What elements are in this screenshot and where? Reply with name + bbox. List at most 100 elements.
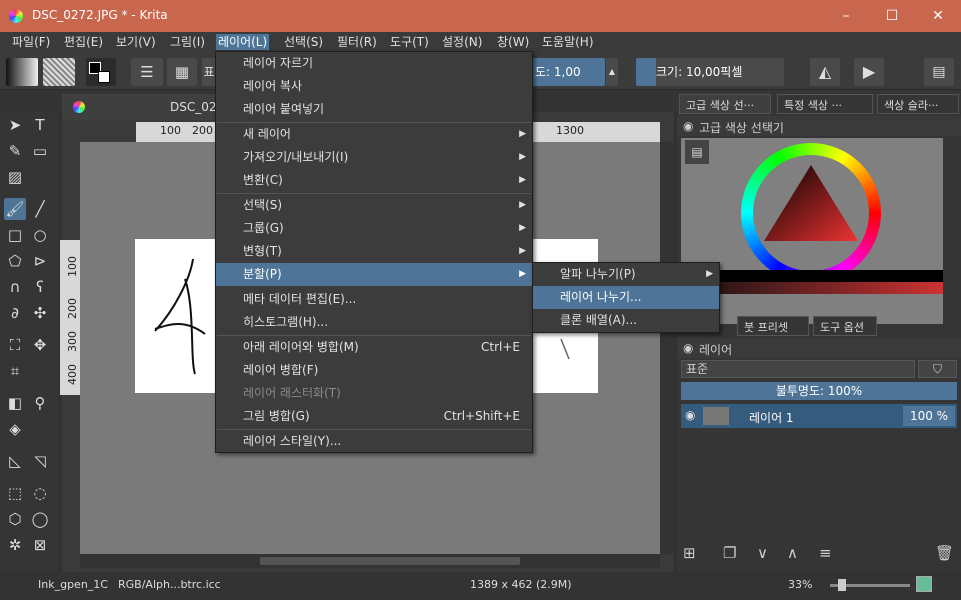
duplicate-layer-icon[interactable]: ❐ <box>723 544 736 562</box>
move-tool-icon[interactable]: ✥ <box>29 334 51 356</box>
menu-item-clone-array[interactable]: 클론 배열(A)... <box>533 309 719 332</box>
color-picker-icon[interactable]: ⚲ <box>29 392 51 414</box>
menu-item-copy-layer[interactable]: 레이어 복사 <box>216 75 532 98</box>
collapse-icon[interactable]: ◉ <box>683 341 693 355</box>
shade-strip[interactable] <box>681 270 943 282</box>
menu-layer[interactable]: 레이어(L) <box>216 34 270 50</box>
horizontal-scrollbar[interactable] <box>80 554 660 568</box>
pattern-edit-icon[interactable]: ▨ <box>4 166 26 188</box>
freehand-path-icon[interactable]: ʕ <box>29 276 51 298</box>
tab-advanced-color[interactable]: 고급 색상 선··· <box>679 94 771 114</box>
opacity-slider[interactable]: 도: 1,00 <box>533 58 605 86</box>
layer-opacity-value[interactable]: 100 % <box>903 406 955 426</box>
line-tool-icon[interactable]: ╱ <box>29 198 51 220</box>
measure-tool-icon[interactable]: ◺ <box>4 450 26 472</box>
menu-item-convert[interactable]: 변환(C) ▶ <box>216 169 532 192</box>
move-down-icon[interactable]: ∨ <box>757 544 768 562</box>
tab-brush-presets[interactable]: 붓 프리셋 <box>737 316 809 336</box>
color-selector[interactable]: ▤ <box>681 138 943 324</box>
menu-view[interactable]: 보기(V) <box>114 34 158 50</box>
calligraphy-icon[interactable]: ✎ <box>4 140 26 162</box>
menu-item-split[interactable]: 분할(P) ▶ <box>216 263 532 286</box>
ellipse-tool-icon[interactable]: ○ <box>29 224 51 246</box>
freehand-brush-icon[interactable]: 🖌 <box>4 198 26 220</box>
brush-settings-icon[interactable]: ☰ <box>131 58 163 86</box>
assistant-tool-icon[interactable]: ◹ <box>29 450 51 472</box>
layer-row[interactable]: ◉ 레이어 1 100 % <box>681 404 957 428</box>
brush-presets-icon[interactable]: ▦ <box>167 58 197 86</box>
polygon-tool-icon[interactable]: ⬠ <box>4 250 26 272</box>
freehand-select-icon[interactable]: ◯ <box>29 508 51 530</box>
menu-item-histogram[interactable]: 히스토그램(H)... <box>216 311 532 334</box>
polygon-select-icon[interactable]: ⬡ <box>4 508 26 530</box>
mirror-horizontal-icon[interactable]: ◭ <box>810 58 840 86</box>
delete-layer-icon[interactable]: 🗑 <box>935 544 954 562</box>
edit-shapes-icon[interactable]: ▭ <box>29 140 51 162</box>
pattern-swatch[interactable] <box>43 58 75 86</box>
layer-opacity-slider[interactable]: 불투명도: 100% <box>681 382 957 400</box>
menu-item-split-alpha[interactable]: 알파 나누기(P) ▶ <box>533 263 719 286</box>
menu-item-group[interactable]: 그룹(G) ▶ <box>216 217 532 240</box>
menu-edit[interactable]: 편집(E) <box>62 34 105 50</box>
polyline-tool-icon[interactable]: ⊳ <box>29 250 51 272</box>
visibility-eye-icon[interactable]: ◉ <box>685 408 695 422</box>
vertical-scrollbar[interactable] <box>660 142 674 554</box>
menu-item-new-layer[interactable]: 새 레이어 ▶ <box>216 123 532 146</box>
fill-tool-icon[interactable]: ◈ <box>4 418 26 440</box>
shade-strip-2[interactable] <box>681 282 943 294</box>
menu-item-cut-layer[interactable]: 레이어 자르기 <box>216 52 532 75</box>
selector-settings-icon[interactable]: ▤ <box>685 140 709 164</box>
collapse-icon[interactable]: ◉ <box>683 119 693 133</box>
close-button[interactable]: ✕ <box>915 0 961 32</box>
magic-wand-icon[interactable]: ✲ <box>4 534 26 556</box>
mirror-vertical-icon[interactable]: ▶ <box>854 58 884 86</box>
maximize-button[interactable]: ☐ <box>869 0 915 32</box>
scroll-thumb[interactable] <box>260 557 520 565</box>
canvas-fit-icon[interactable] <box>916 576 932 592</box>
menu-item-paste-layer[interactable]: 레이어 붙여넣기 <box>216 98 532 121</box>
tab-specific-color[interactable]: 특정 색상 ··· <box>777 94 873 114</box>
blend-mode-select[interactable]: 표준 <box>681 360 915 378</box>
menu-select[interactable]: 선택(S) <box>282 34 325 50</box>
select-shapes-icon[interactable]: ➤ <box>4 114 26 136</box>
crop-tool-icon[interactable]: ⌗ <box>4 360 26 382</box>
menu-help[interactable]: 도움말(H) <box>540 34 596 50</box>
menu-window[interactable]: 창(W) <box>495 34 531 50</box>
saturation-triangle[interactable] <box>741 143 881 283</box>
menu-item-merge-layer[interactable]: 레이어 병합(F) <box>216 359 532 382</box>
menu-item-transform[interactable]: 변형(T) ▶ <box>216 240 532 263</box>
text-tool-icon[interactable]: T <box>29 114 51 136</box>
opacity-spin-icon[interactable]: ▲ <box>606 58 618 86</box>
gradient-tool-icon[interactable]: ◧ <box>4 392 26 414</box>
similar-select-icon[interactable]: ⊠ <box>29 534 51 556</box>
bezier-tool-icon[interactable]: ∩ <box>4 276 26 298</box>
menu-image[interactable]: 그림(I) <box>168 34 207 50</box>
minimize-button[interactable]: – <box>823 0 869 32</box>
document-tab[interactable]: DSC_027 <box>62 94 224 120</box>
blend-mode-button[interactable]: 표 <box>202 58 216 86</box>
add-layer-icon[interactable]: ⊞ <box>683 544 696 562</box>
menu-item-flatten-image[interactable]: 그림 병합(G) Ctrl+Shift+E <box>216 405 532 428</box>
size-slider[interactable]: 크기: 10,00픽셀 <box>636 58 784 86</box>
menu-item-merge-down[interactable]: 아래 레이어와 병합(M) Ctrl+E <box>216 336 532 359</box>
filter-icon[interactable]: ⛉ <box>918 360 957 378</box>
menu-tools[interactable]: 도구(T) <box>388 34 431 50</box>
workspace-icon[interactable]: ▤ <box>924 58 954 86</box>
layer-properties-icon[interactable]: ≡ <box>819 544 832 562</box>
move-up-icon[interactable]: ∧ <box>787 544 798 562</box>
menu-file[interactable]: 파일(F) <box>10 34 52 50</box>
menu-item-select[interactable]: 선택(S) ▶ <box>216 194 532 217</box>
rectangle-tool-icon[interactable]: □ <box>4 224 26 246</box>
menu-item-import-export[interactable]: 가져오기/내보내기(I) ▶ <box>216 146 532 169</box>
transform-tool-icon[interactable]: ⛶ <box>4 334 26 356</box>
menu-item-edit-metadata[interactable]: 메타 데이터 편집(E)... <box>216 288 532 311</box>
multibrush-icon[interactable]: ✣ <box>29 302 51 324</box>
menu-settings[interactable]: 설정(N) <box>440 34 484 50</box>
fg-bg-color-icon[interactable] <box>86 58 116 86</box>
tab-tool-options[interactable]: 도구 옵션 <box>813 316 877 336</box>
image-canvas[interactable] <box>135 239 217 393</box>
tab-color-slider[interactable]: 색상 슬라··· <box>877 94 959 114</box>
menu-filter[interactable]: 필터(R) <box>335 34 379 50</box>
menu-item-layer-style[interactable]: 레이어 스타일(Y)... <box>216 430 532 453</box>
ellipse-select-icon[interactable]: ◌ <box>29 482 51 504</box>
